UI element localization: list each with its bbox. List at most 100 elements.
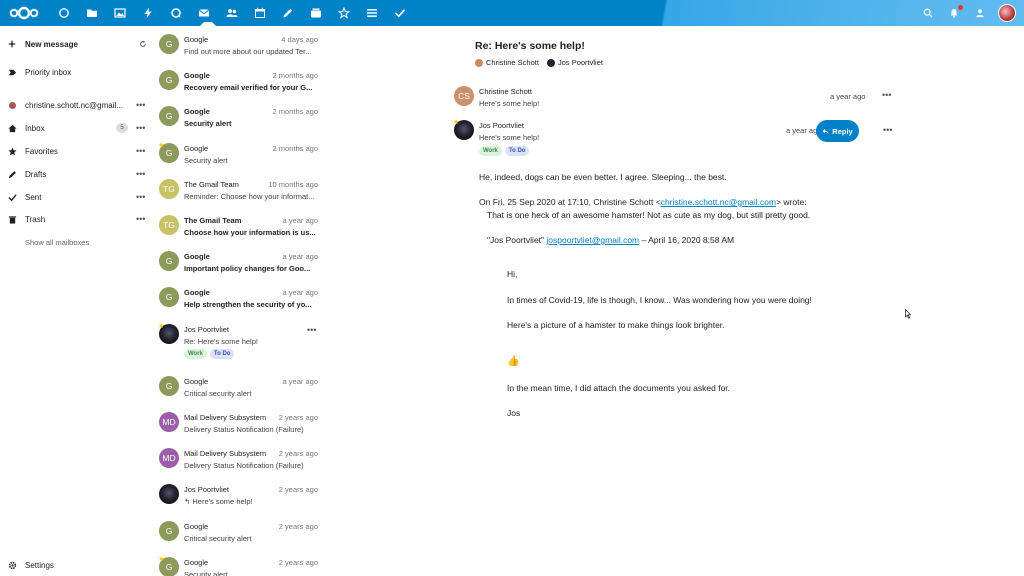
message-list-item[interactable]: Jos Poortvliet 2 years ago ↰ Here's some h…: [155, 479, 325, 515]
account-actions-icon[interactable]: •••: [136, 100, 145, 110]
message-list-item[interactable]: G Google 2 years ago Critical security aler…: [155, 516, 325, 552]
new-message-label: New message: [25, 39, 78, 49]
header-right: [920, 0, 1016, 26]
sender-name: Jos Poortvliet: [184, 485, 230, 494]
photos-icon[interactable]: [106, 0, 134, 26]
new-message-button[interactable]: New message: [0, 33, 155, 55]
message-list-item[interactable]: TG The Gmail Team 10 months ago Reminder: C…: [155, 174, 325, 210]
sender-avatar: G: [159, 70, 179, 90]
starred-icon[interactable]: [330, 0, 358, 26]
message-list-item[interactable]: G Google 4 days ago Find out more about our…: [155, 29, 325, 65]
nav-drafts[interactable]: Drafts •••: [0, 163, 155, 185]
notifications-icon[interactable]: [946, 5, 963, 21]
sender-name: Google: [184, 144, 209, 153]
nav-trash[interactable]: Trash •••: [0, 208, 155, 230]
message-list-item[interactable]: G Google 2 months ago Security alert: [155, 101, 325, 137]
trash-icon: [7, 214, 17, 224]
check-icon: [7, 192, 17, 202]
sender-avatar: G: [159, 106, 179, 126]
inbox-actions-icon[interactable]: •••: [136, 123, 145, 133]
nav-favorites[interactable]: Favorites •••: [0, 140, 155, 162]
contacts-menu-icon[interactable]: [972, 5, 988, 21]
message-date: a year ago: [830, 92, 866, 101]
sender-avatar: TG: [159, 215, 179, 235]
nav-settings[interactable]: Settings: [0, 554, 155, 576]
user-avatar[interactable]: [998, 4, 1016, 22]
nav-sent[interactable]: Sent •••: [0, 186, 155, 208]
sender-avatar: G: [159, 287, 179, 307]
checkmark-icon[interactable]: [386, 0, 414, 26]
message-subject: Security alert: [184, 156, 228, 165]
calendar-icon[interactable]: [246, 0, 274, 26]
message-subject: Security alert: [184, 119, 232, 128]
more-actions-icon[interactable]: •••: [307, 325, 316, 335]
app-menu: [50, 0, 414, 26]
drafts-label: Drafts: [25, 169, 47, 179]
settings-label: Settings: [25, 560, 54, 570]
tasks-icon[interactable]: [358, 0, 386, 26]
contacts-icon[interactable]: [218, 0, 246, 26]
message-subject: Re: Here's some help!: [184, 337, 258, 346]
tag-todo[interactable]: To Do: [209, 349, 235, 359]
nav-account[interactable]: christine.schott.nc@gmail... •••: [0, 94, 155, 116]
message-date: 2 years ago: [278, 558, 318, 567]
show-all-mailboxes[interactable]: Show all mailboxes: [0, 231, 155, 253]
message-date: 2 months ago: [272, 71, 318, 80]
thread-message-collapsed[interactable]: CS Christine Schott Here's some help! a …: [454, 86, 894, 116]
sender-avatar: G: [159, 521, 179, 541]
tag-work[interactable]: Work: [479, 146, 502, 156]
more-actions-icon[interactable]: •••: [882, 90, 891, 100]
email-link[interactable]: jospoortvliet@gmail.com: [546, 235, 639, 245]
nav-inbox[interactable]: Inbox 5 •••: [0, 117, 155, 139]
message-list-item[interactable]: MD Mail Delivery Subsystem 2 years ago Deli…: [155, 407, 325, 443]
activity-icon[interactable]: [134, 0, 162, 26]
search-icon[interactable]: [920, 5, 936, 21]
participant-chip[interactable]: Jos Poortvliet: [546, 58, 603, 67]
mail-icon[interactable]: [190, 0, 218, 26]
participant-avatar: [475, 58, 483, 67]
notes-icon[interactable]: [274, 0, 302, 26]
trash-label: Trash: [25, 214, 46, 224]
message-list-item[interactable]: ★ Jos Poortvliet ••• Re: Here's some help! W…: [155, 319, 325, 371]
sender-avatar: [159, 484, 179, 504]
files-icon[interactable]: [78, 0, 106, 26]
tag-work[interactable]: Work: [184, 349, 207, 359]
trash-actions-icon[interactable]: •••: [136, 214, 145, 224]
drafts-actions-icon[interactable]: •••: [136, 169, 145, 179]
sender-name: Google: [184, 107, 210, 116]
message-list: G Google 4 days ago Find out more about our…: [155, 26, 325, 576]
deck-icon[interactable]: [302, 0, 330, 26]
more-actions-icon[interactable]: •••: [883, 125, 892, 135]
talk-icon[interactable]: [162, 0, 190, 26]
message-subject: Delivery Status Notification (Failure): [184, 425, 304, 434]
body-line: He, indeed, dogs can be even better. I a…: [479, 172, 727, 182]
message-subject: Recovery email verified for your G...: [184, 83, 313, 92]
message-list-item[interactable]: G Google a year ago Important policy change…: [155, 246, 325, 282]
email-link[interactable]: christine.schott.nc@gmail.com: [661, 197, 776, 207]
message-subject: Find out more about our updated Ter...: [184, 47, 312, 56]
tag-todo[interactable]: To Do: [504, 146, 530, 156]
nextcloud-logo-icon[interactable]: [8, 5, 40, 21]
message-list-item[interactable]: G Google a year ago Critical security alert: [155, 371, 325, 407]
participant-chip[interactable]: Christine Schott: [475, 58, 539, 67]
sender-name: Christine Schott: [479, 87, 532, 96]
quoted-line: In the mean time, I did attach the docum…: [507, 383, 731, 393]
message-list-item[interactable]: TG The Gmail Team a year ago Choose how you…: [155, 210, 325, 246]
nav-priority-inbox[interactable]: Priority inbox: [0, 61, 155, 83]
message-list-item[interactable]: MD Mail Delivery Subsystem 2 years ago Deli…: [155, 443, 325, 479]
participant-avatar: [546, 58, 555, 67]
message-list-item[interactable]: G ★ Google 2 months ago Security alert: [155, 138, 325, 174]
message-list-item[interactable]: G Google 2 months ago Recovery email verifi…: [155, 65, 325, 101]
favorites-actions-icon[interactable]: •••: [136, 146, 145, 156]
sent-actions-icon[interactable]: •••: [136, 192, 145, 202]
message-subject: Reminder: Choose how your informat...: [184, 192, 315, 201]
quoted-line: Here's a picture of a hamster to make th…: [507, 320, 725, 330]
sender-name: Google: [184, 35, 209, 44]
quote-attribution: "Jos Poortvliet" jospoortvliet@gmail.com…: [487, 235, 734, 245]
refresh-icon[interactable]: [138, 39, 148, 49]
message-date: 2 months ago: [272, 107, 318, 116]
dashboard-icon[interactable]: [50, 0, 78, 26]
message-list-item[interactable]: G Google a year ago Help strengthen the sec…: [155, 282, 325, 318]
message-list-item[interactable]: G ★ Google 2 years ago Security alert: [155, 552, 325, 576]
reply-button[interactable]: Reply: [816, 120, 859, 142]
